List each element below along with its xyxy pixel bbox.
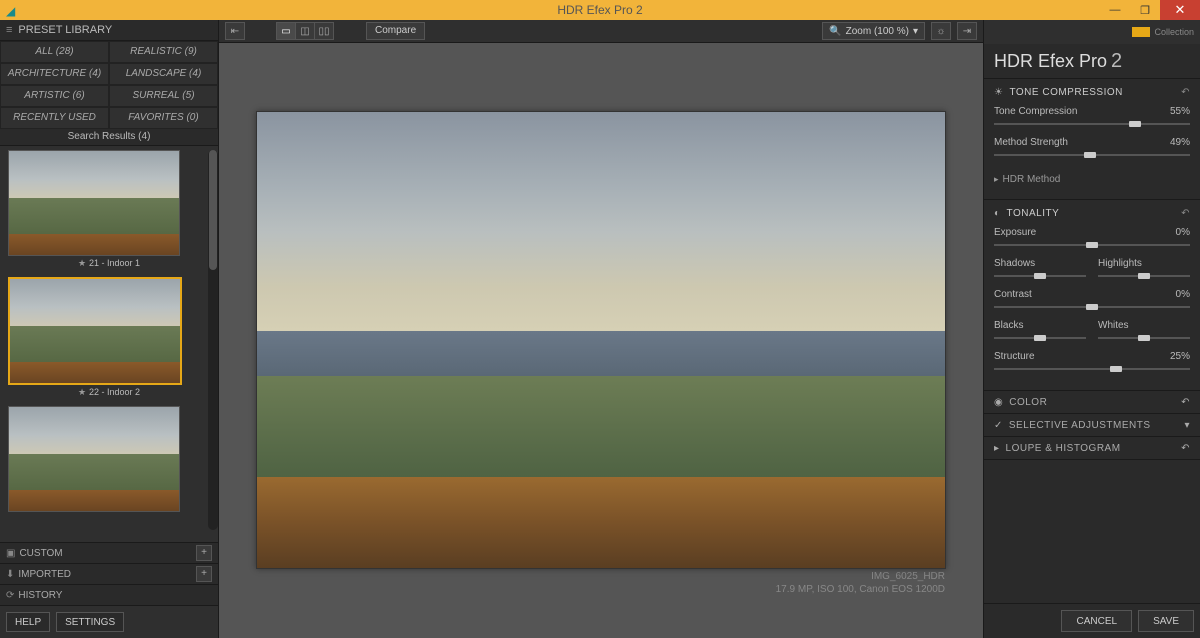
save-button[interactable]: SAVE [1138,610,1194,632]
exposure-value: 0% [1176,227,1190,238]
tone-compression-value: 55% [1170,106,1190,117]
hdr-method-toggle[interactable]: ▸HDR Method [994,168,1190,191]
preset-library-panel: ≡ PRESET LIBRARY ALL (28) REALISTIC (9) … [0,20,219,638]
preset-thumbnail[interactable] [8,150,180,256]
zoom-icon: 🔍 [829,26,841,37]
add-imported-button[interactable]: + [196,566,212,582]
canvas-area: ⇤ ▭ ◫ ▯▯ Compare 🔍Zoom (100 %)▾ ☼ ⇥ IMG_… [219,20,983,638]
loupe-histogram-header[interactable]: ▸LOUPE & HISTOGRAM↶ [984,437,1200,460]
library-title: PRESET LIBRARY [18,24,112,36]
selective-adjustments-header[interactable]: ✓SELECTIVE ADJUSTMENTS▾ [984,414,1200,437]
color-wheel-icon: ◉ [994,397,1003,408]
compare-button[interactable]: Compare [366,22,425,40]
category-landscape[interactable]: LANDSCAPE (4) [109,63,218,85]
reset-tonality-button[interactable]: ↶ [1181,208,1190,219]
download-icon: ⬇ [6,569,14,580]
view-side-button[interactable]: ▯▯ [314,22,334,40]
help-button[interactable]: HELP [6,612,50,632]
preset-item[interactable]: ★21 - Indoor 1 [8,150,210,269]
chevron-right-icon: ▸ [994,174,999,184]
chevron-down-icon: ▾ [913,26,918,37]
check-icon: ✓ [994,420,1003,431]
color-panel-header[interactable]: ◉COLOR↶ [984,391,1200,414]
background-brightness-button[interactable]: ☼ [931,22,951,40]
method-strength-value: 49% [1170,137,1190,148]
exposure-slider[interactable] [994,242,1190,248]
imported-section[interactable]: ⬇IMPORTED+ [0,564,218,585]
preset-label: 22 - Indoor 2 [89,387,140,397]
structure-slider[interactable] [994,366,1190,372]
window-title: HDR Efex Pro 2 [0,3,1200,17]
product-title: HDR Efex Pro 2 [984,44,1200,79]
whites-slider[interactable] [1098,335,1190,341]
zoom-dropdown[interactable]: 🔍Zoom (100 %)▾ [822,22,925,40]
structure-value: 25% [1170,351,1190,362]
preview-image[interactable] [256,111,946,569]
add-custom-button[interactable]: + [196,545,212,561]
reset-loupe-button[interactable]: ↶ [1181,443,1190,454]
view-single-button[interactable]: ▭ [276,22,296,40]
contrast-slider[interactable] [994,304,1190,310]
preset-thumbnail[interactable] [8,406,180,512]
view-split-button[interactable]: ◫ [295,22,315,40]
close-button[interactable]: ✕ [1160,0,1200,20]
chevron-down-icon: ▾ [1184,420,1190,431]
maximize-button[interactable]: ❐ [1130,0,1160,20]
brand-badge-icon [1132,27,1150,37]
title-bar: ◢ HDR Efex Pro 2 — ❐ ✕ [0,0,1200,20]
reset-color-button[interactable]: ↶ [1181,397,1190,408]
toggle-right-panel-button[interactable]: ⇥ [957,22,977,40]
tonality-icon: ◐ [994,208,1001,219]
toggle-left-panel-button[interactable]: ⇤ [225,22,245,40]
preset-scrollbar[interactable] [208,150,218,530]
adjustments-panel: Collection HDR Efex Pro 2 ☀TONE COMPRESS… [983,20,1200,638]
minimize-button[interactable]: — [1100,0,1130,20]
sun-icon: ☀ [994,87,1003,98]
blacks-slider[interactable] [994,335,1086,341]
history-section[interactable]: ⟳HISTORY [0,585,218,606]
category-favorites[interactable]: FAVORITES (0) [109,107,218,129]
category-architecture[interactable]: ARCHITECTURE (4) [0,63,109,85]
toolbar: ⇤ ▭ ◫ ▯▯ Compare 🔍Zoom (100 %)▾ ☼ ⇥ [219,20,983,43]
preset-item[interactable]: ★22 - Indoor 2 [8,277,210,398]
preset-thumbnail[interactable] [8,277,182,385]
preset-list: ★21 - Indoor 1 ★22 - Indoor 2 [0,146,218,542]
settings-button[interactable]: SETTINGS [56,612,124,632]
preset-label: 21 - Indoor 1 [89,258,140,268]
method-strength-slider[interactable] [994,152,1190,158]
favorite-star-icon[interactable]: ★ [78,387,86,397]
brand-bar: Collection [984,20,1200,44]
tone-compression-panel: ☀TONE COMPRESSION↶ Tone Compression55% M… [984,79,1200,200]
folder-icon: ▣ [6,548,15,559]
category-surreal[interactable]: SURREAL (5) [109,85,218,107]
tonality-panel: ◐TONALITY↶ Exposure0% Shadows Highlights… [984,200,1200,391]
preset-item[interactable] [8,406,210,512]
contrast-value: 0% [1176,289,1190,300]
library-header: ≡ PRESET LIBRARY [0,20,218,41]
cancel-button[interactable]: CANCEL [1061,610,1132,632]
image-metadata: 17.9 MP, ISO 100, Canon EOS 1200D [257,584,945,595]
custom-section[interactable]: ▣CUSTOM+ [0,543,218,564]
category-all[interactable]: ALL (28) [0,41,109,63]
shadows-slider[interactable] [994,273,1086,279]
reset-tone-button[interactable]: ↶ [1181,87,1190,98]
chevron-right-icon: ▸ [994,443,1000,454]
search-results-header: Search Results (4) [0,129,218,146]
image-filename: IMG_6025_HDR [257,571,945,582]
highlights-slider[interactable] [1098,273,1190,279]
category-recent[interactable]: RECENTLY USED [0,107,109,129]
history-icon: ⟳ [6,590,14,601]
library-menu-icon[interactable]: ≡ [6,24,12,36]
favorite-star-icon[interactable]: ★ [78,258,86,268]
category-artistic[interactable]: ARTISTIC (6) [0,85,109,107]
category-realistic[interactable]: REALISTIC (9) [109,41,218,63]
tone-compression-slider[interactable] [994,121,1190,127]
